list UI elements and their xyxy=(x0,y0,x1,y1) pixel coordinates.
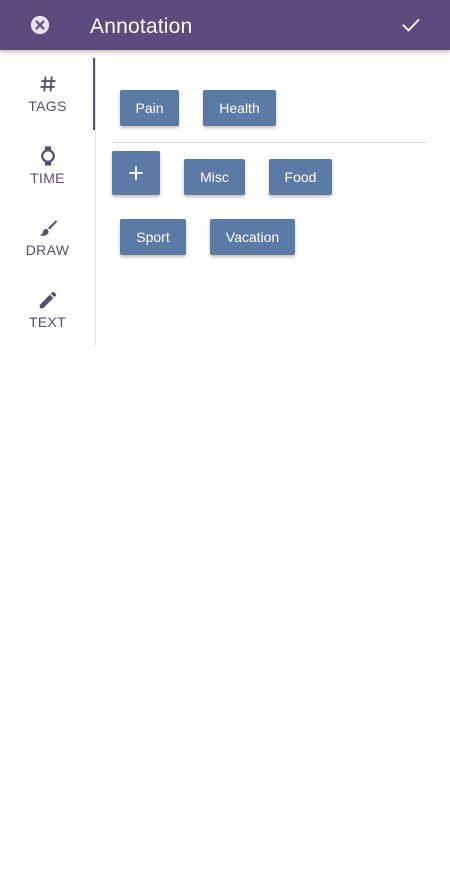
available-tag-chip[interactable]: Misc xyxy=(184,159,245,195)
pencil-icon xyxy=(36,288,60,312)
nav-label-draw: DRAW xyxy=(25,242,70,258)
available-tag-chip[interactable]: Vacation xyxy=(210,219,295,255)
selected-tag-chip[interactable]: Health xyxy=(203,90,276,126)
check-icon xyxy=(402,18,420,32)
plus-icon xyxy=(129,166,143,180)
close-circle-icon xyxy=(30,15,50,35)
confirm-button[interactable] xyxy=(398,12,424,38)
annotation-type-nav: TAGS TIME DRAW TEXT xyxy=(0,58,96,346)
nav-label-text: TEXT xyxy=(29,314,66,330)
annotation-screen: Annotation TAGS TIME DRAW TEXT Pain Heal… xyxy=(0,0,450,871)
nav-label-time: TIME xyxy=(30,170,65,186)
app-bar: Annotation xyxy=(0,0,450,50)
tags-divider xyxy=(112,142,427,143)
watch-icon xyxy=(36,144,60,168)
nav-item-time[interactable]: TIME xyxy=(0,130,95,202)
nav-label-tags: TAGS xyxy=(28,98,67,114)
page-title: Annotation xyxy=(90,15,193,38)
add-tag-button[interactable] xyxy=(112,151,160,195)
brush-icon xyxy=(36,216,60,240)
nav-item-tags[interactable]: TAGS xyxy=(0,58,95,130)
available-tag-chip[interactable]: Food xyxy=(269,159,332,195)
hash-icon xyxy=(36,72,60,96)
nav-item-draw[interactable]: DRAW xyxy=(0,202,95,274)
selected-tag-chip[interactable]: Pain xyxy=(120,90,179,126)
available-tag-chip[interactable]: Sport xyxy=(120,219,186,255)
active-tab-indicator xyxy=(93,58,95,130)
nav-item-text[interactable]: TEXT xyxy=(0,274,95,346)
close-button[interactable] xyxy=(26,11,54,39)
